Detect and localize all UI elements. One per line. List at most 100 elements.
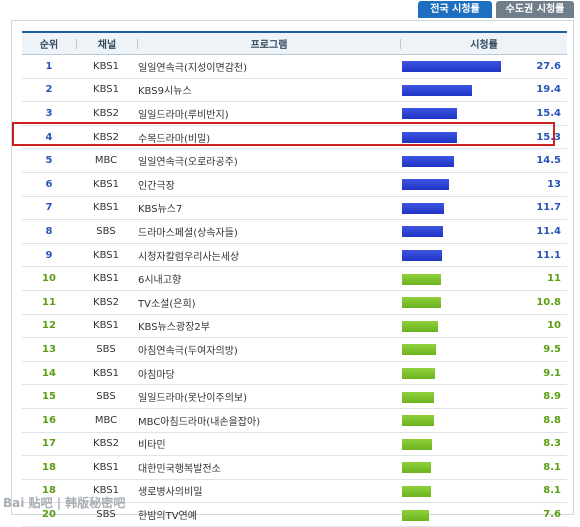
channel-cell: MBC bbox=[94, 155, 118, 167]
program-cell: 아침연속극(두여자의방) bbox=[138, 345, 238, 357]
table-row[interactable]: 12 KBS1 KBS뉴스광장2부 10 bbox=[22, 315, 567, 339]
rank-cell: 3 bbox=[45, 107, 53, 119]
header-program: 프로그램 bbox=[250, 40, 288, 51]
table-row[interactable]: 5 MBC 일일연속극(오로라공주) 14.5 bbox=[22, 149, 567, 173]
channel-cell: KBS1 bbox=[93, 320, 119, 332]
rating-value: 11.1 bbox=[536, 249, 561, 261]
table-row[interactable]: 8 SBS 드라마스페셜(상속자들) 11.4 bbox=[22, 220, 567, 244]
channel-cell: KBS1 bbox=[93, 273, 119, 285]
channel-cell: KBS2 bbox=[93, 107, 119, 119]
rating-cell: 9.1 bbox=[398, 362, 567, 385]
table-row[interactable]: 2 KBS1 KBS9시뉴스 19.4 bbox=[22, 79, 567, 103]
table-body: 1 KBS1 일일연속극(지성이면감천) 27.6 2 KBS1 KBS9시뉴스 19.4 3 K… bbox=[22, 55, 567, 527]
table-row[interactable]: 14 KBS1 아침마당 9.1 bbox=[22, 362, 567, 386]
rating-bar bbox=[402, 320, 438, 332]
rating-value: 15.4 bbox=[536, 107, 561, 119]
program-cell: 대한민국행복발전소 bbox=[138, 463, 221, 475]
rating-bar bbox=[402, 485, 431, 497]
table-row[interactable]: 16 MBC MBC아침드라마(내손을잡아) 8.8 bbox=[22, 409, 567, 433]
program-cell: MBC아침드라마(내손을잡아) bbox=[138, 416, 261, 428]
rating-bar bbox=[402, 462, 431, 474]
rank-cell: 12 bbox=[42, 320, 56, 332]
rating-cell: 8.1 bbox=[398, 480, 567, 503]
rating-cell: 8.1 bbox=[398, 456, 567, 479]
table-row[interactable]: 11 KBS2 TV소설(은희) 10.8 bbox=[22, 291, 567, 315]
rating-value: 9.5 bbox=[543, 343, 561, 355]
rating-cell: 14.5 bbox=[398, 149, 567, 172]
table-row[interactable]: 10 KBS1 6시내고향 11 bbox=[22, 267, 567, 291]
program-cell: 드라마스페셜(상속자들) bbox=[138, 227, 238, 239]
tab-national-rating[interactable]: 전국 시청률 bbox=[418, 1, 492, 18]
table-row[interactable]: 17 KBS2 비타민 8.3 bbox=[22, 433, 567, 457]
program-cell: 인간극장 bbox=[138, 180, 175, 192]
table-row[interactable]: 18 KBS1 대한민국행복발전소 8.1 bbox=[22, 456, 567, 480]
program-cell: 일일드라마(루비반지) bbox=[138, 109, 229, 121]
rank-cell: 13 bbox=[42, 343, 56, 355]
channel-cell: MBC bbox=[94, 414, 118, 426]
rating-cell: 15.3 bbox=[398, 126, 567, 149]
program-cell: 6시내고향 bbox=[138, 275, 182, 287]
channel-cell: KBS2 bbox=[93, 131, 119, 143]
rank-cell: 5 bbox=[45, 155, 53, 167]
rating-cell: 8.8 bbox=[398, 409, 567, 432]
program-cell: TV소설(은희) bbox=[138, 298, 196, 310]
rating-cell: 10 bbox=[398, 315, 567, 338]
channel-cell: KBS1 bbox=[93, 84, 119, 96]
table-row[interactable]: 1 KBS1 일일연속극(지성이면감천) 27.6 bbox=[22, 55, 567, 79]
rating-value: 19.4 bbox=[536, 84, 561, 96]
program-cell: 한밤의TV연예 bbox=[138, 511, 197, 523]
channel-cell: KBS2 bbox=[93, 296, 119, 308]
table-row[interactable]: 6 KBS1 인간극장 13 bbox=[22, 173, 567, 197]
channel-cell: KBS1 bbox=[93, 249, 119, 261]
rating-bar bbox=[402, 273, 441, 285]
rank-cell: 17 bbox=[42, 438, 56, 450]
table-header: 순위 채널 프로그램 시청률 bbox=[22, 33, 567, 55]
rank-cell: 2 bbox=[45, 84, 53, 96]
channel-cell: KBS1 bbox=[93, 367, 119, 379]
channel-cell: SBS bbox=[96, 391, 116, 403]
rank-cell: 9 bbox=[45, 249, 53, 261]
channel-cell: SBS bbox=[96, 343, 116, 355]
program-cell: KBS9시뉴스 bbox=[138, 86, 192, 98]
channel-cell: KBS1 bbox=[93, 461, 119, 473]
rating-value: 10 bbox=[547, 320, 561, 332]
rating-value: 10.8 bbox=[536, 296, 561, 308]
rating-cell: 15.4 bbox=[398, 102, 567, 125]
rating-bar bbox=[402, 297, 441, 309]
rating-cell: 10.8 bbox=[398, 291, 567, 314]
channel-cell: SBS bbox=[96, 225, 116, 237]
rank-cell: 7 bbox=[45, 202, 53, 214]
rating-cell: 11.7 bbox=[398, 197, 567, 220]
rating-bar bbox=[402, 415, 434, 427]
table-row[interactable]: 3 KBS2 일일드라마(루비반지) 15.4 bbox=[22, 102, 567, 126]
rank-cell: 8 bbox=[45, 225, 53, 237]
table-row[interactable]: 13 SBS 아침연속극(두여자의방) 9.5 bbox=[22, 338, 567, 362]
rating-value: 11 bbox=[547, 273, 561, 285]
table-row[interactable]: 15 SBS 일일드라마(못난이주의보) 8.9 bbox=[22, 385, 567, 409]
rating-bar bbox=[402, 84, 472, 96]
rating-bar bbox=[402, 108, 457, 120]
rank-cell: 11 bbox=[42, 296, 56, 308]
rating-bar bbox=[402, 391, 434, 403]
tab-capital-rating[interactable]: 수도권 시청률 bbox=[496, 1, 574, 18]
rating-bar bbox=[402, 155, 454, 167]
rank-cell: 1 bbox=[45, 60, 53, 72]
table-row[interactable]: 7 KBS1 KBS뉴스7 11.7 bbox=[22, 197, 567, 221]
program-cell: 아침마당 bbox=[138, 369, 175, 381]
channel-cell: KBS2 bbox=[93, 438, 119, 450]
channel-cell: KBS1 bbox=[93, 178, 119, 190]
rating-cell: 11.4 bbox=[398, 220, 567, 243]
program-cell: 일일드라마(못난이주의보) bbox=[138, 393, 248, 405]
rank-cell: 4 bbox=[45, 131, 53, 143]
rating-bar bbox=[402, 179, 449, 191]
table-row[interactable]: 4 KBS2 수목드라마(비밀) 15.3 bbox=[22, 126, 567, 150]
table-row[interactable]: 9 KBS1 시청자칼럼우리사는세상 11.1 bbox=[22, 244, 567, 268]
program-cell: 시청자칼럼우리사는세상 bbox=[138, 251, 240, 263]
rating-cell: 11 bbox=[398, 267, 567, 290]
ratings-panel: 순위 채널 프로그램 시청률 1 KBS1 일일연속극(지성이면감천) 27.6 2 KB… bbox=[11, 20, 574, 527]
watermark: Bai 贴吧 | 韩版秘密吧 bbox=[3, 496, 126, 510]
rating-tabs: 전국 시청률 수도권 시청률 bbox=[418, 1, 574, 18]
header-channel: 채널 bbox=[97, 40, 117, 51]
channel-cell: KBS1 bbox=[93, 202, 119, 214]
rating-cell: 19.4 bbox=[398, 79, 567, 102]
